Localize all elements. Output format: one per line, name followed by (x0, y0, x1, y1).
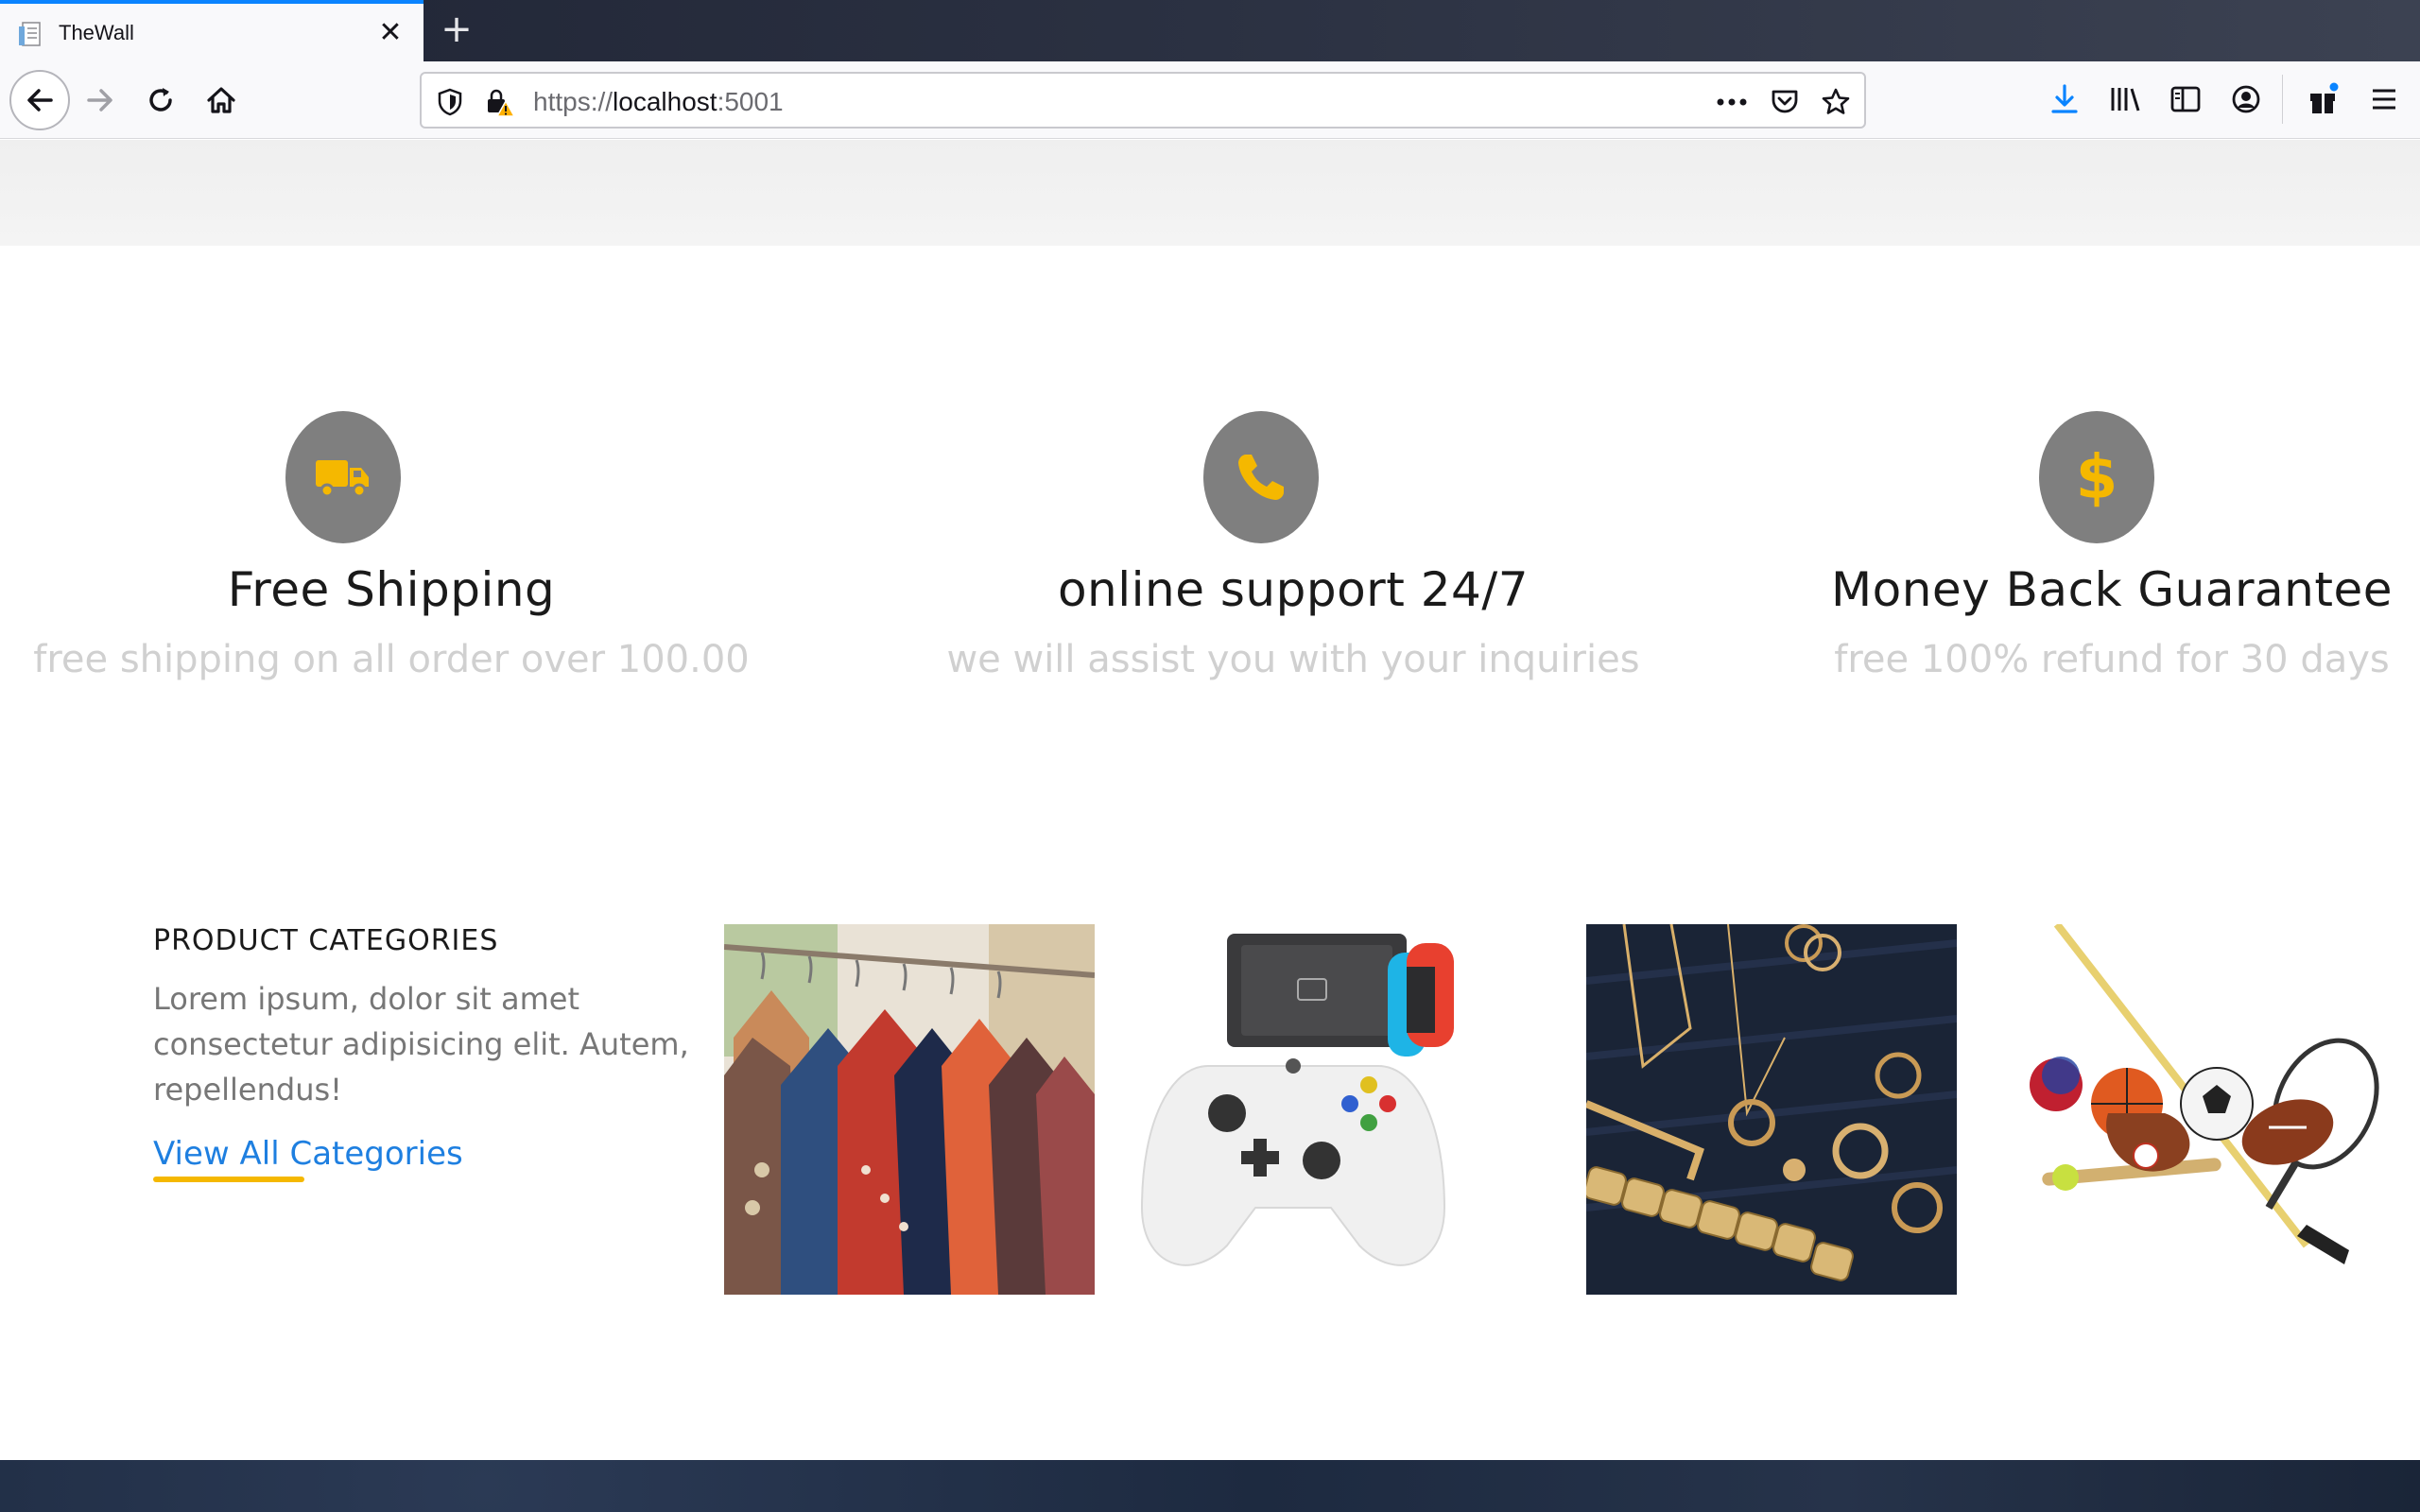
page-actions-icon[interactable] (1713, 83, 1751, 121)
forward-button[interactable] (74, 74, 127, 127)
reload-button[interactable] (134, 74, 187, 127)
pocket-icon[interactable] (1766, 83, 1804, 121)
phone-icon (1238, 455, 1284, 500)
account-icon[interactable] (2225, 78, 2267, 120)
view-all-categories-link[interactable]: View All Categories (153, 1135, 463, 1182)
new-tab-button[interactable]: + (437, 9, 476, 49)
feature-title: online support 24/7 (1057, 562, 1530, 617)
home-icon (207, 87, 235, 113)
feature-online-support: online support 24/7 we will assist you w… (915, 411, 1671, 681)
home-button[interactable] (195, 74, 248, 127)
footer-banner-top (0, 1460, 2420, 1512)
url-text[interactable]: https://localhost:5001 (533, 87, 784, 117)
feature-icon-circle (1203, 411, 1319, 543)
gift-icon[interactable] (2303, 78, 2344, 120)
page-favicon-icon (19, 22, 41, 46)
tab-strip: TheWall ✕ + (0, 0, 2420, 61)
back-button[interactable] (9, 70, 70, 130)
hamburger-menu-icon[interactable] (2363, 78, 2405, 120)
tab-title: TheWall (59, 21, 134, 44)
categories-description: Lorem ipsum, dolor sit amet consectetur … (153, 981, 689, 1108)
feature-title: Money Back Guarantee (1830, 562, 2394, 617)
tab-thewall[interactable]: TheWall ✕ (0, 0, 424, 61)
dollar-icon: $ (2076, 445, 2118, 509)
truck-icon (316, 460, 369, 498)
back-arrow-icon (27, 89, 53, 112)
bookmark-star-icon[interactable] (1817, 83, 1855, 121)
clothing-rack-image (724, 924, 1095, 1295)
feature-subtitle: we will assist you with your inquiries (946, 638, 1640, 681)
url-scheme: https:// (533, 87, 614, 116)
feature-icon-circle: $ (2039, 411, 2154, 543)
url-host: localhost (613, 87, 717, 116)
close-tab-icon[interactable]: ✕ (374, 17, 406, 49)
feature-free-shipping: Free Shipping free shipping on all order… (13, 411, 769, 681)
feature-title: Free Shipping (227, 562, 556, 617)
category-electronics[interactable] (1123, 924, 1494, 1295)
insecure-lock-icon[interactable] (480, 83, 518, 121)
feature-subtitle: free shipping on all order over 100.00 (33, 638, 750, 681)
hero-banner-bottom (0, 140, 2420, 246)
link-underline (153, 1177, 304, 1182)
library-icon[interactable] (2104, 78, 2146, 120)
sidebar-icon[interactable] (2165, 78, 2206, 120)
feature-money-back: $ Money Back Guarantee free 100% refund … (1734, 411, 2420, 681)
url-port: :5001 (717, 87, 784, 116)
navigation-toolbar: https://localhost:5001 (0, 61, 2420, 139)
feature-icon-circle (285, 411, 401, 543)
reload-icon (149, 88, 172, 112)
category-clothing[interactable] (724, 924, 1095, 1295)
category-sports[interactable] (2023, 924, 2394, 1295)
game-console-image (1123, 924, 1494, 1295)
sports-equipment-image (2023, 924, 2394, 1295)
feature-subtitle: free 100% refund for 30 days (1834, 638, 2390, 681)
categories-heading: PRODUCT CATEGORIES (153, 924, 499, 957)
product-categories-section: PRODUCT CATEGORIES Lorem ipsum, dolor si… (153, 924, 701, 1182)
page-content: Free Shipping free shipping on all order… (0, 140, 2420, 1512)
download-icon[interactable] (2044, 78, 2085, 120)
category-jewelry[interactable] (1586, 924, 1957, 1295)
url-bar[interactable]: https://localhost:5001 (420, 72, 1866, 129)
forward-arrow-icon (87, 89, 112, 112)
svg-text:$: $ (2076, 445, 2118, 509)
tracking-shield-icon[interactable] (431, 83, 469, 121)
toolbar-divider (2282, 75, 2283, 124)
view-all-categories-label: View All Categories (153, 1135, 463, 1173)
jewelry-image (1586, 924, 1957, 1295)
